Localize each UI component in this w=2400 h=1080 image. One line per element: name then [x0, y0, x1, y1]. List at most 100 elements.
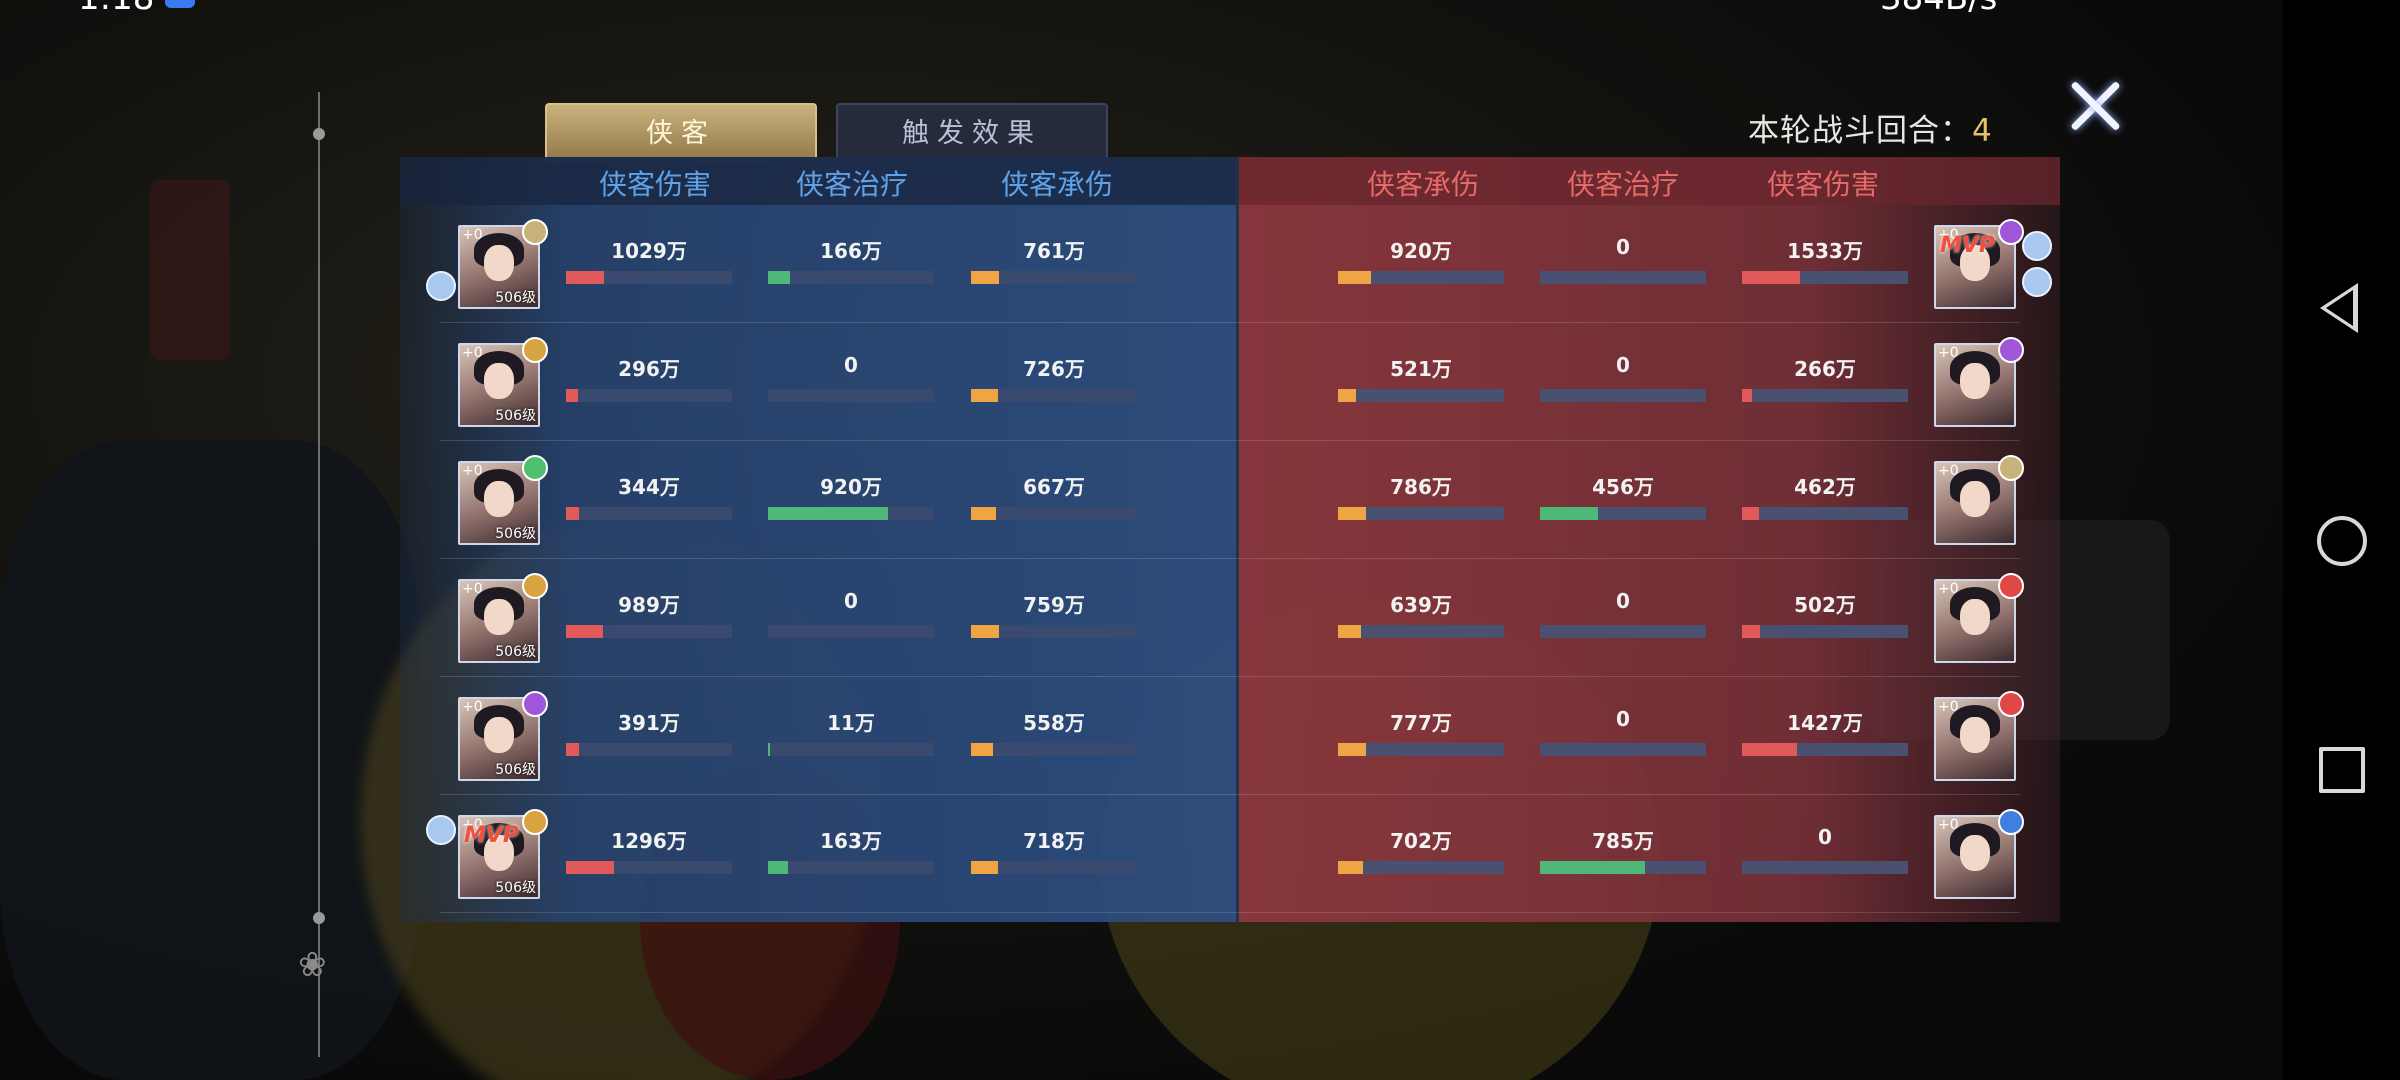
right-damage-stat-value: 266万 — [1794, 357, 1856, 381]
right-taken-stat-bar — [1338, 271, 1504, 284]
right-heal-stat-value: 0 — [1616, 589, 1630, 613]
header-left-damage: 侠客伤害 — [598, 168, 711, 201]
right-heal-stat-value: 0 — [1616, 707, 1630, 731]
round-label: 本轮战斗回合： — [1748, 113, 1972, 149]
right-taken-stat-bar-fill — [1338, 271, 1372, 284]
element-icon — [1998, 337, 2024, 363]
tab-trigger-effects[interactable]: 触发效果 — [836, 103, 1108, 163]
right-damage-stat-bar-fill — [1742, 389, 1752, 402]
home-icon[interactable] — [2317, 516, 2367, 566]
right-heal-stat-bar — [1540, 743, 1706, 756]
row-divider — [440, 912, 2020, 913]
right-taken-stat-bar — [1338, 507, 1504, 520]
right-heal-stat-value: 456万 — [1592, 475, 1654, 499]
right-damage-stat-value: 462万 — [1794, 475, 1856, 499]
right-damage-stat: 0 — [1742, 825, 1908, 885]
right-taken-stat-value: 521万 — [1390, 357, 1452, 381]
right-damage-stat: 1427万 — [1742, 707, 1908, 767]
right-taken-stat-bar-fill — [1338, 389, 1357, 402]
element-icon — [1998, 219, 2024, 245]
element-icon — [1998, 573, 2024, 599]
right-taken-stat: 920万 — [1338, 235, 1504, 295]
right-damage-stat-bar — [1742, 743, 1908, 756]
right-heal-stat: 0 — [1540, 235, 1706, 295]
right-heal-stat-bar — [1540, 507, 1706, 520]
buff-icon — [2022, 231, 2052, 261]
right-heal-stat: 0 — [1540, 589, 1706, 649]
right-taken-stat-bar — [1338, 743, 1504, 756]
header-right-heal: 侠客治疗 — [1566, 168, 1679, 201]
right-damage-stat-bar — [1742, 861, 1908, 874]
right-taken-stat: 521万 — [1338, 353, 1504, 413]
right-damage-stat-value: 502万 — [1794, 593, 1856, 617]
right-taken-stat: 702万 — [1338, 825, 1504, 885]
right-damage-stat: 462万 — [1742, 471, 1908, 531]
lotus-icon: ❀ — [298, 945, 327, 985]
right-taken-stat-bar — [1338, 389, 1504, 402]
notification-icon — [165, 0, 195, 8]
right-heal-stat-bar — [1540, 389, 1706, 402]
right-hero-row: +0 786万 456万 462万 — [400, 441, 2060, 559]
right-taken-stat-bar-fill — [1338, 861, 1363, 874]
right-heal-stat-bar-fill — [1540, 507, 1599, 520]
right-taken-stat-bar-fill — [1338, 743, 1367, 756]
right-taken-stat: 639万 — [1338, 589, 1504, 649]
right-heal-stat: 0 — [1540, 707, 1706, 767]
right-hero-row: +0 702万 785万 0 — [400, 795, 2060, 913]
right-damage-stat-bar-fill — [1742, 743, 1797, 756]
right-taken-stat-bar-fill — [1338, 507, 1367, 520]
right-heal-stat: 0 — [1540, 353, 1706, 413]
right-heal-stat-value: 785万 — [1592, 829, 1654, 853]
right-heal-stat-value: 0 — [1616, 235, 1630, 259]
hero-plus-level: +0 — [1938, 463, 1959, 479]
right-taken-stat-value: 777万 — [1390, 711, 1452, 735]
battle-stats-panel: 侠客伤害 侠客治疗 侠客承伤 侠客承伤 侠客治疗 侠客伤害 +0 506级 10… — [400, 157, 2060, 922]
mvp-badge: MVP — [1940, 233, 1996, 258]
right-taken-stat-value: 639万 — [1390, 593, 1452, 617]
header-right-damage: 侠客伤害 — [1766, 168, 1879, 201]
right-damage-stat-bar — [1742, 389, 1908, 402]
header-left-heal: 侠客治疗 — [795, 168, 908, 201]
shield-buff-icon — [2022, 267, 2052, 297]
right-taken-stat-value: 786万 — [1390, 475, 1452, 499]
element-icon — [1998, 455, 2024, 481]
hero-plus-level: +0 — [1938, 345, 1959, 361]
right-damage-stat-bar — [1742, 271, 1908, 284]
right-taken-stat: 786万 — [1338, 471, 1504, 531]
right-damage-stat-bar-fill — [1742, 271, 1801, 284]
element-icon — [1998, 691, 2024, 717]
right-damage-stat-value: 1427万 — [1787, 711, 1863, 735]
right-heal-stat-bar — [1540, 625, 1706, 638]
right-hero-row: +0 639万 0 502万 — [400, 559, 2060, 677]
right-heal-stat: 456万 — [1540, 471, 1706, 531]
right-damage-stat-bar-fill — [1742, 507, 1759, 520]
header-right-taken: 侠客承伤 — [1366, 168, 1479, 201]
hero-plus-level: +0 — [1938, 699, 1959, 715]
right-taken-stat-value: 702万 — [1390, 829, 1452, 853]
tab-heroes[interactable]: 侠客 — [545, 103, 817, 163]
round-value: 4 — [1972, 113, 1993, 149]
right-taken-stat-bar-fill — [1338, 625, 1362, 638]
right-taken-stat-bar — [1338, 625, 1504, 638]
right-hero-row: +0 MVP 920万 0 1533万 — [400, 205, 2060, 323]
right-damage-stat-bar — [1742, 625, 1908, 638]
right-damage-stat: 502万 — [1742, 589, 1908, 649]
right-heal-stat: 785万 — [1540, 825, 1706, 885]
back-icon-inner — [2326, 290, 2353, 326]
right-heal-stat-value: 0 — [1616, 353, 1630, 377]
header-left-taken: 侠客承伤 — [1000, 168, 1113, 201]
right-damage-stat-bar-fill — [1742, 625, 1761, 638]
right-heal-stat-bar — [1540, 861, 1706, 874]
right-damage-stat-bar — [1742, 507, 1908, 520]
battle-round-counter: 本轮战斗回合：4 — [1748, 105, 1993, 150]
right-damage-stat: 1533万 — [1742, 235, 1908, 295]
right-damage-stat-value: 0 — [1818, 825, 1832, 849]
timeline-knot — [313, 128, 325, 140]
right-heal-stat-bar — [1540, 271, 1706, 284]
hero-plus-level: +0 — [1938, 817, 1959, 833]
right-hero-row: +0 521万 0 266万 — [400, 323, 2060, 441]
close-button[interactable] — [2068, 78, 2124, 134]
recents-icon[interactable] — [2319, 747, 2365, 793]
timeline-knot — [313, 912, 325, 924]
right-hero-row: +0 777万 0 1427万 — [400, 677, 2060, 795]
